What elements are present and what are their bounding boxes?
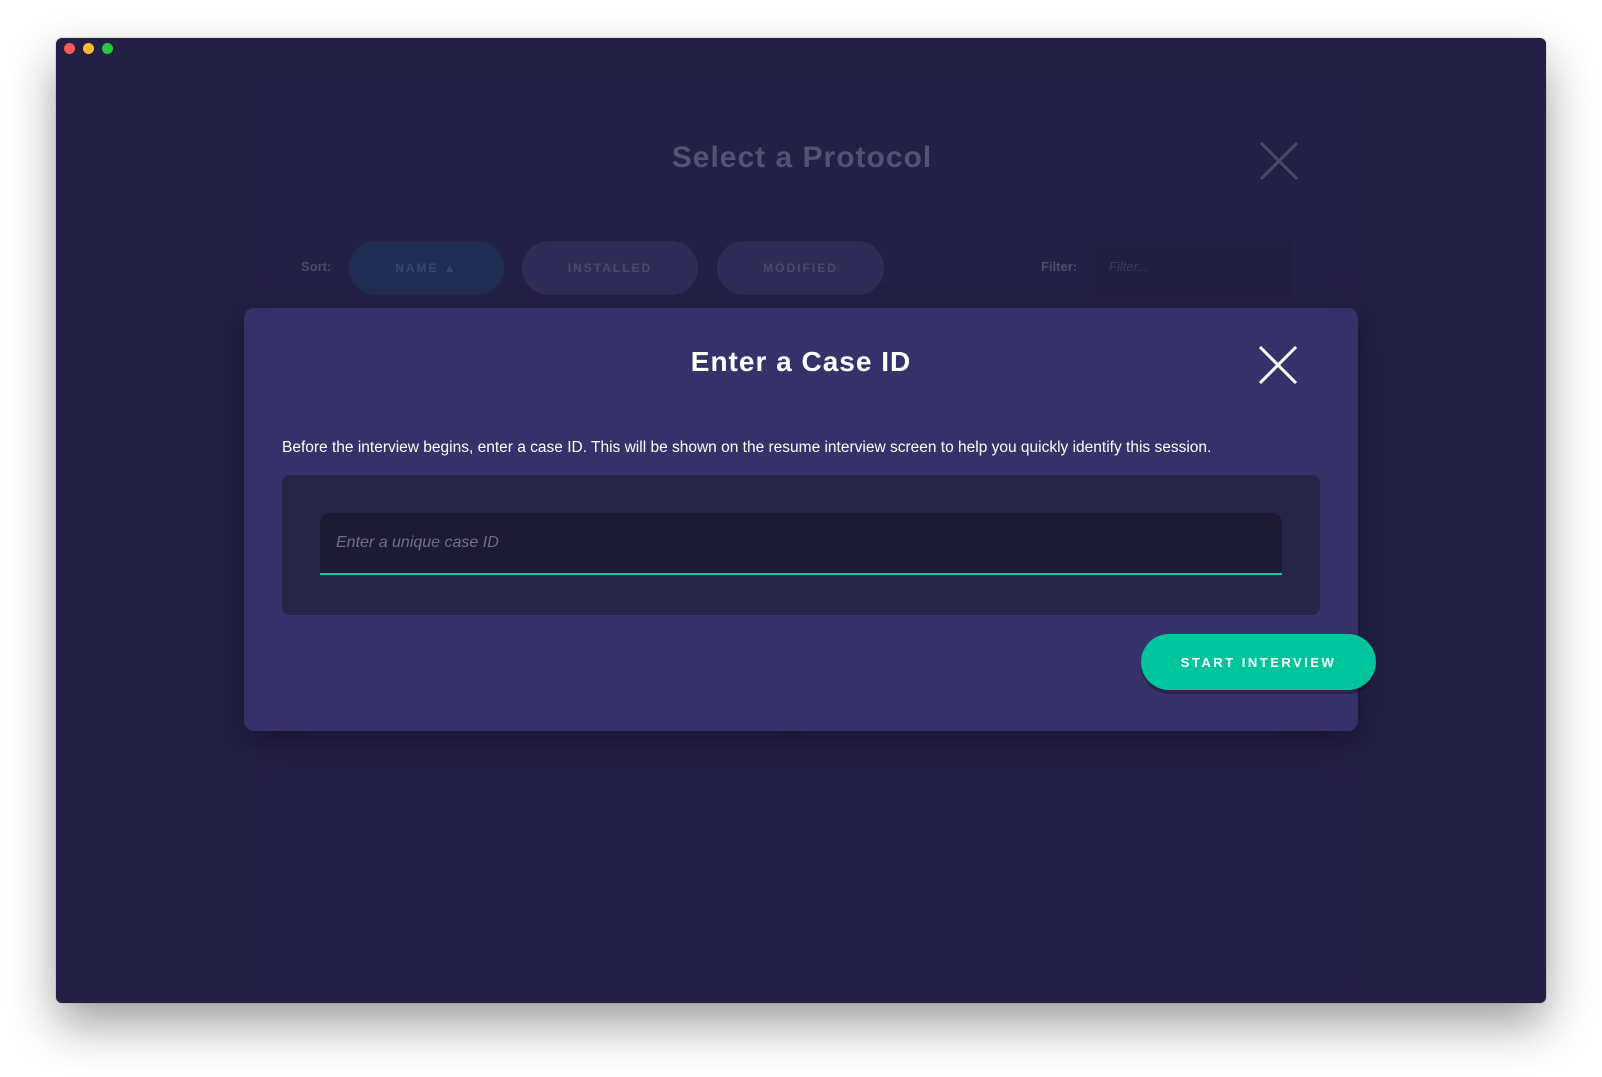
sort-name-button: NAME ▲: [349, 241, 504, 295]
dialog-description: Before the interview begins, enter a cas…: [282, 439, 1212, 456]
sort-installed-button: INSTALLED: [522, 241, 698, 295]
close-window-button[interactable]: [64, 43, 75, 54]
sort-label: Sort:: [301, 259, 332, 274]
protocol-panel-title: Select a Protocol: [671, 141, 933, 174]
dialog-title: Enter a Case ID: [690, 346, 912, 377]
filter-input: Filter...: [1095, 241, 1291, 295]
protocol-list: [285, 753, 1319, 963]
window-controls: [64, 43, 113, 54]
app-window: Select a Protocol Sort: NAME ▲ INSTALLED…: [56, 38, 1546, 1003]
minimize-window-button[interactable]: [83, 43, 94, 54]
case-id-field-container: [282, 475, 1320, 615]
filter-label: Filter:: [1041, 259, 1078, 274]
case-id-dialog: Enter a Case ID Before the interview beg…: [244, 308, 1376, 731]
maximize-window-button[interactable]: [102, 43, 113, 54]
close-icon[interactable]: [1258, 345, 1298, 385]
start-interview-button[interactable]: START INTERVIEW: [1141, 634, 1376, 690]
case-id-input[interactable]: [320, 513, 1282, 575]
close-icon: [1259, 141, 1299, 181]
sort-modified-button: MODIFIED: [717, 241, 884, 295]
